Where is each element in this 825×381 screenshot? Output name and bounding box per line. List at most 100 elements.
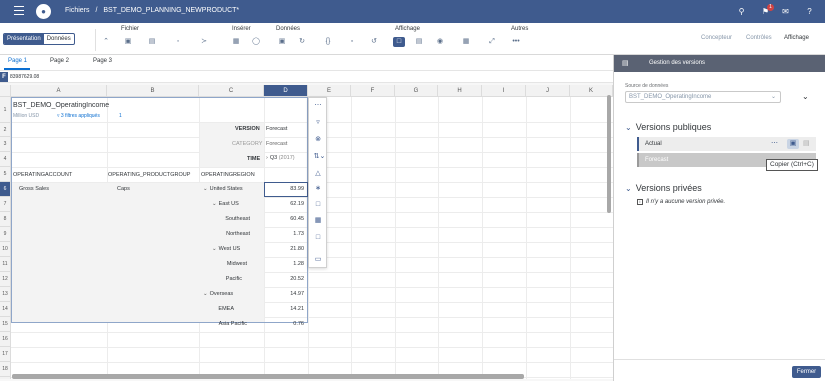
value-cell[interactable]: 20.52 (266, 276, 304, 282)
chevron-down-icon[interactable]: ⌄ (203, 186, 208, 192)
file-menu-icon[interactable]: ▤ (146, 37, 158, 47)
breadcrumb-root[interactable]: Fichiers (65, 7, 90, 14)
column-header[interactable]: J (526, 85, 570, 97)
export-icon[interactable]: ◦ (172, 37, 184, 47)
refresh-icon[interactable]: ↻ (296, 37, 308, 47)
version-row-actual[interactable]: Actual ⋯ ▣ ▤ (637, 137, 816, 151)
lock-icon[interactable]: ▦ (313, 216, 323, 226)
chevron-down-icon[interactable]: ⌄ (212, 201, 217, 207)
filter-count[interactable]: 1 (119, 113, 122, 119)
corner-cell[interactable] (0, 85, 11, 97)
row-header[interactable]: 13 (0, 287, 11, 302)
distribute-icon[interactable]: ∗ (313, 184, 323, 194)
region-cell[interactable]: Asia Pacific (200, 321, 247, 327)
data-action-icon[interactable]: ▫ (346, 37, 358, 47)
row-header[interactable]: 11 (0, 257, 11, 272)
filter-icon[interactable]: ▿ (313, 118, 323, 128)
region-cell[interactable]: Southeast (200, 216, 250, 222)
region-cell[interactable]: ⌄ United States (203, 186, 243, 192)
collapse-icon[interactable]: ⌃ (100, 37, 112, 47)
region-cell[interactable]: Northeast (200, 231, 250, 237)
sort-icon[interactable]: ⇅⌄ (313, 152, 326, 162)
grid-view-icon[interactable]: ▤ (413, 37, 425, 47)
region-cell[interactable]: EMEA (200, 306, 234, 312)
collapse-chevron-icon[interactable]: ⌄ (802, 92, 809, 101)
row-header[interactable]: 12 (0, 272, 11, 287)
formula-input[interactable]: 83987629.08 (10, 74, 39, 80)
more-options-icon[interactable]: ⋯ (771, 139, 778, 149)
chat-icon[interactable]: ✉ (780, 6, 791, 17)
controls-link[interactable]: Contrôles (746, 35, 772, 41)
designer-link[interactable]: Concepteur (701, 35, 732, 41)
insert-table-icon[interactable]: ▦ (230, 37, 242, 47)
fullscreen-icon[interactable]: ⤢ (486, 37, 498, 47)
vertical-scrollbar[interactable] (607, 95, 611, 213)
avatar[interactable]: ● (36, 4, 51, 19)
value-cell[interactable]: 60.45 (266, 216, 304, 222)
data-source-select[interactable]: BST_DEMO_OperatingIncome ⌄ (625, 91, 781, 103)
comment-icon[interactable]: □ (313, 233, 323, 243)
formula-icon[interactable]: {} (322, 37, 334, 47)
column-header[interactable]: H (438, 85, 482, 97)
filters-link[interactable]: ▿ 3 filtres appliqués (57, 113, 100, 119)
region-cell[interactable]: ⌄ Overseas (203, 291, 233, 297)
save-icon[interactable]: ▣ (122, 37, 134, 47)
close-button[interactable]: Fermer (792, 366, 821, 378)
mode-data-button[interactable]: Données (44, 34, 74, 44)
row-header[interactable]: 15 (0, 317, 11, 332)
row-header[interactable]: 7 (0, 197, 11, 212)
value-cell[interactable]: 14.97 (266, 291, 304, 297)
insert-chart-icon[interactable]: ◯ (250, 37, 262, 47)
column-header-active[interactable]: D (264, 85, 308, 97)
help-icon[interactable]: ? (804, 6, 815, 17)
more-options-icon[interactable]: ••• (510, 37, 522, 47)
tab-page-2[interactable]: Page 2 (50, 58, 69, 64)
search-icon[interactable]: ⚲ (736, 6, 747, 17)
share-icon[interactable]: ≻ (198, 37, 210, 47)
column-header[interactable]: F (351, 85, 395, 97)
row-header[interactable]: 14 (0, 302, 11, 317)
region-cell[interactable]: Midwest (200, 261, 247, 267)
copy-icon[interactable]: ▣ (787, 139, 799, 149)
visibility-icon[interactable]: ◉ (434, 37, 446, 47)
private-versions-header[interactable]: ⌄ Versions privées (625, 183, 702, 193)
row-header[interactable]: 2 (0, 123, 11, 137)
column-header[interactable]: C (199, 85, 264, 97)
chevron-down-icon[interactable]: ⌄ (203, 291, 208, 297)
mode-presentation-button[interactable]: Présentation (4, 34, 44, 44)
exclude-icon[interactable]: ⊗ (313, 135, 323, 145)
column-header[interactable]: A (11, 85, 107, 97)
drill-icon[interactable]: △ (313, 169, 323, 179)
region-cell[interactable]: ⌄ West US (212, 246, 240, 252)
column-header[interactable]: E (308, 85, 351, 97)
tab-page-1[interactable]: Page 1 (8, 58, 27, 64)
comments-icon[interactable]: □ (393, 37, 405, 47)
chevron-down-icon[interactable]: ⌄ (212, 246, 217, 252)
row-header[interactable]: 5 (0, 167, 11, 182)
row-header[interactable]: 4 (0, 152, 11, 167)
table-widget[interactable] (11, 97, 308, 323)
value-cell[interactable]: 62.19 (266, 201, 304, 207)
row-header[interactable]: 18 (0, 362, 11, 377)
column-header[interactable]: B (107, 85, 199, 97)
time-value[interactable]: › Q3 (2017) (266, 155, 295, 161)
menu-icon[interactable] (14, 6, 24, 16)
layout-icon[interactable]: ▦ (460, 37, 472, 47)
row-header[interactable]: 1 (0, 97, 11, 123)
spreadsheet-grid[interactable]: A B C D E F G H I J K 1 2 3 4 5 6 7 8 9 … (0, 85, 613, 379)
public-versions-header[interactable]: ⌄ Versions publiques (625, 122, 711, 132)
row-header[interactable]: 17 (0, 347, 11, 362)
tab-page-3[interactable]: Page 3 (93, 58, 112, 64)
column-header[interactable]: I (482, 85, 526, 97)
display-link[interactable]: Affichage (784, 35, 809, 41)
value-cell[interactable]: 21.80 (266, 246, 304, 252)
delete-icon[interactable]: ▭ (313, 255, 323, 265)
region-cell[interactable]: Pacific (200, 276, 242, 282)
value-cell[interactable]: 1.28 (266, 261, 304, 267)
data-filter-icon[interactable]: ▣ (276, 37, 288, 47)
value-cell[interactable]: 83.99 (266, 186, 304, 192)
value-cell[interactable]: 14.21 (266, 306, 304, 312)
row-header[interactable]: 10 (0, 242, 11, 257)
row-header[interactable]: 19 (0, 377, 11, 379)
column-header[interactable]: G (395, 85, 438, 97)
